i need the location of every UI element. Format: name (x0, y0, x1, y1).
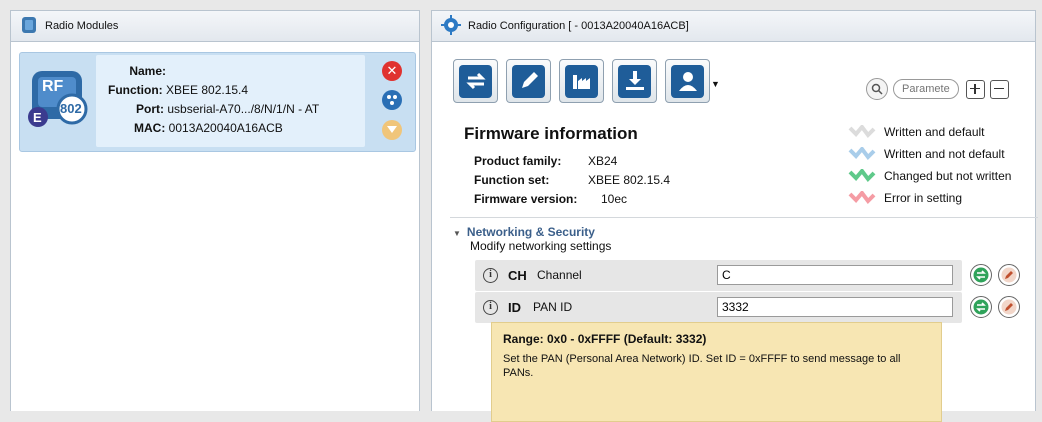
firmware-info-title: Firmware information (464, 124, 638, 143)
param-row-id: i ID PAN ID (475, 292, 962, 323)
module-name-row: Name: (96, 64, 166, 78)
function-set-row: Function set: XBEE 802.15.4 (474, 173, 670, 187)
legend-swatch-icon (848, 147, 876, 161)
section-title: Networking & Security (466, 225, 595, 239)
parameter-search-area (866, 78, 1009, 100)
module-mac-label: MAC: (134, 121, 166, 135)
module-function-row: Function: XBEE 802.15.4 (108, 83, 248, 97)
module-info: Name: Function: XBEE 802.15.4 Port: usbs… (96, 55, 365, 147)
gear-icon (441, 14, 461, 38)
firmware-version-value: 10ec (601, 192, 628, 206)
write-settings-button[interactable] (506, 59, 551, 103)
legend-swatch-icon (848, 125, 876, 139)
firmware-version-label: Firmware version: (474, 192, 578, 206)
remove-module-close-icon[interactable]: ✕ (382, 61, 402, 81)
product-family-value: XB24 (588, 154, 618, 168)
param-name: PAN ID (533, 300, 573, 314)
module-port-value: usbserial-A70.../8/N/1/N - AT (167, 102, 320, 116)
module-port-label: Port: (136, 102, 164, 116)
config-toolbar: ▼ (453, 59, 720, 103)
param-name: Channel (537, 268, 582, 282)
param-row-ch: i CH Channel (475, 260, 962, 291)
update-firmware-button[interactable] (612, 59, 657, 103)
radio-modules-panel: Radio Modules RF 802 E Name: Function: X… (10, 10, 420, 411)
radio-modules-header: Radio Modules (11, 11, 419, 42)
profile-dropdown-caret-icon[interactable]: ▼ (711, 79, 720, 89)
info-icon[interactable]: i (483, 300, 498, 315)
search-icon[interactable] (866, 78, 888, 100)
read-settings-button[interactable] (453, 59, 498, 103)
radio-configuration-title: Radio Configuration [ - 0013A20040A16ACB… (468, 20, 689, 32)
legend-swatch-icon (848, 169, 876, 183)
legend-label: Written and not default (884, 147, 1005, 161)
function-set-value: XBEE 802.15.4 (588, 173, 671, 187)
module-icon-e: E (33, 110, 42, 125)
expand-all-plus-icon[interactable] (966, 79, 985, 99)
param-code: ID (508, 300, 521, 315)
section-divider (450, 217, 1038, 218)
radio-module-card[interactable]: RF 802 E Name: Function: XBEE 802.15.4 P… (19, 52, 416, 152)
read-icon (459, 64, 492, 98)
module-mac-value: 0013A20040A16ACB (168, 121, 283, 135)
pan-id-help-tooltip: Range: 0x0 - 0xFFFF (Default: 3332) Set … (491, 322, 942, 422)
legend-label: Changed but not written (884, 169, 1012, 183)
function-set-label: Function set: (474, 173, 550, 187)
legend-changed-not-written: Changed but not written (848, 169, 1011, 183)
write-pencil-icon (512, 64, 545, 98)
module-port-row: Port: usbserial-A70.../8/N/1/N - AT (136, 102, 319, 116)
load-defaults-button[interactable] (559, 59, 604, 103)
collapse-all-minus-icon[interactable] (990, 79, 1009, 99)
module-function-label: Function: (108, 83, 163, 97)
radio-configuration-panel: Radio Configuration [ - 0013A20040A16ACB… (431, 10, 1038, 422)
networking-security-section-toggle[interactable]: ▼ Networking & Security (453, 225, 595, 239)
channel-value-input[interactable] (717, 265, 953, 285)
legend-label: Written and default (884, 125, 985, 139)
expand-module-chevron-down-icon[interactable] (382, 120, 402, 140)
xbee-module-icon: RF 802 E (24, 65, 90, 131)
tooltip-description: Set the PAN (Personal Area Network) ID. … (503, 353, 901, 379)
profile-user-icon (671, 64, 704, 98)
product-family-row: Product family: XB24 (474, 154, 617, 168)
product-family-label: Product family: (474, 154, 562, 168)
module-icon-rf: RF (42, 78, 64, 95)
legend-written-default: Written and default (848, 125, 985, 139)
module-name-label: Name: (129, 64, 166, 78)
param-code: CH (508, 268, 527, 283)
parameter-search-input[interactable] (893, 79, 959, 99)
read-id-refresh-icon[interactable] (970, 296, 992, 318)
radio-modules-icon (20, 16, 38, 37)
radio-configuration-header: Radio Configuration [ - 0013A20040A16ACB… (432, 11, 1035, 42)
legend-label: Error in setting (884, 191, 963, 205)
radio-modules-title: Radio Modules (45, 20, 119, 32)
firmware-version-row: Firmware version: 10ec (474, 192, 627, 206)
pan-id-value-input[interactable] (717, 297, 953, 317)
firmware-download-icon (618, 64, 651, 98)
collapse-triangle-icon: ▼ (453, 229, 461, 238)
module-function-value: XBEE 802.15.4 (166, 83, 249, 97)
legend-error: Error in setting (848, 191, 962, 205)
profile-button[interactable] (665, 59, 710, 103)
discover-module-network-icon[interactable] (382, 90, 402, 110)
write-id-pencil-icon[interactable] (998, 296, 1020, 318)
module-icon-802: 802 (60, 101, 82, 116)
legend-written-not-default: Written and not default (848, 147, 1005, 161)
legend-swatch-icon (848, 191, 876, 205)
factory-icon (565, 64, 598, 98)
section-subtitle: Modify networking settings (470, 239, 612, 253)
info-icon[interactable]: i (483, 268, 498, 283)
write-ch-pencil-icon[interactable] (998, 264, 1020, 286)
tooltip-range: Range: 0x0 - 0xFFFF (Default: 3332) (503, 332, 707, 346)
module-mac-row: MAC: 0013A20040A16ACB (134, 121, 283, 135)
read-ch-refresh-icon[interactable] (970, 264, 992, 286)
